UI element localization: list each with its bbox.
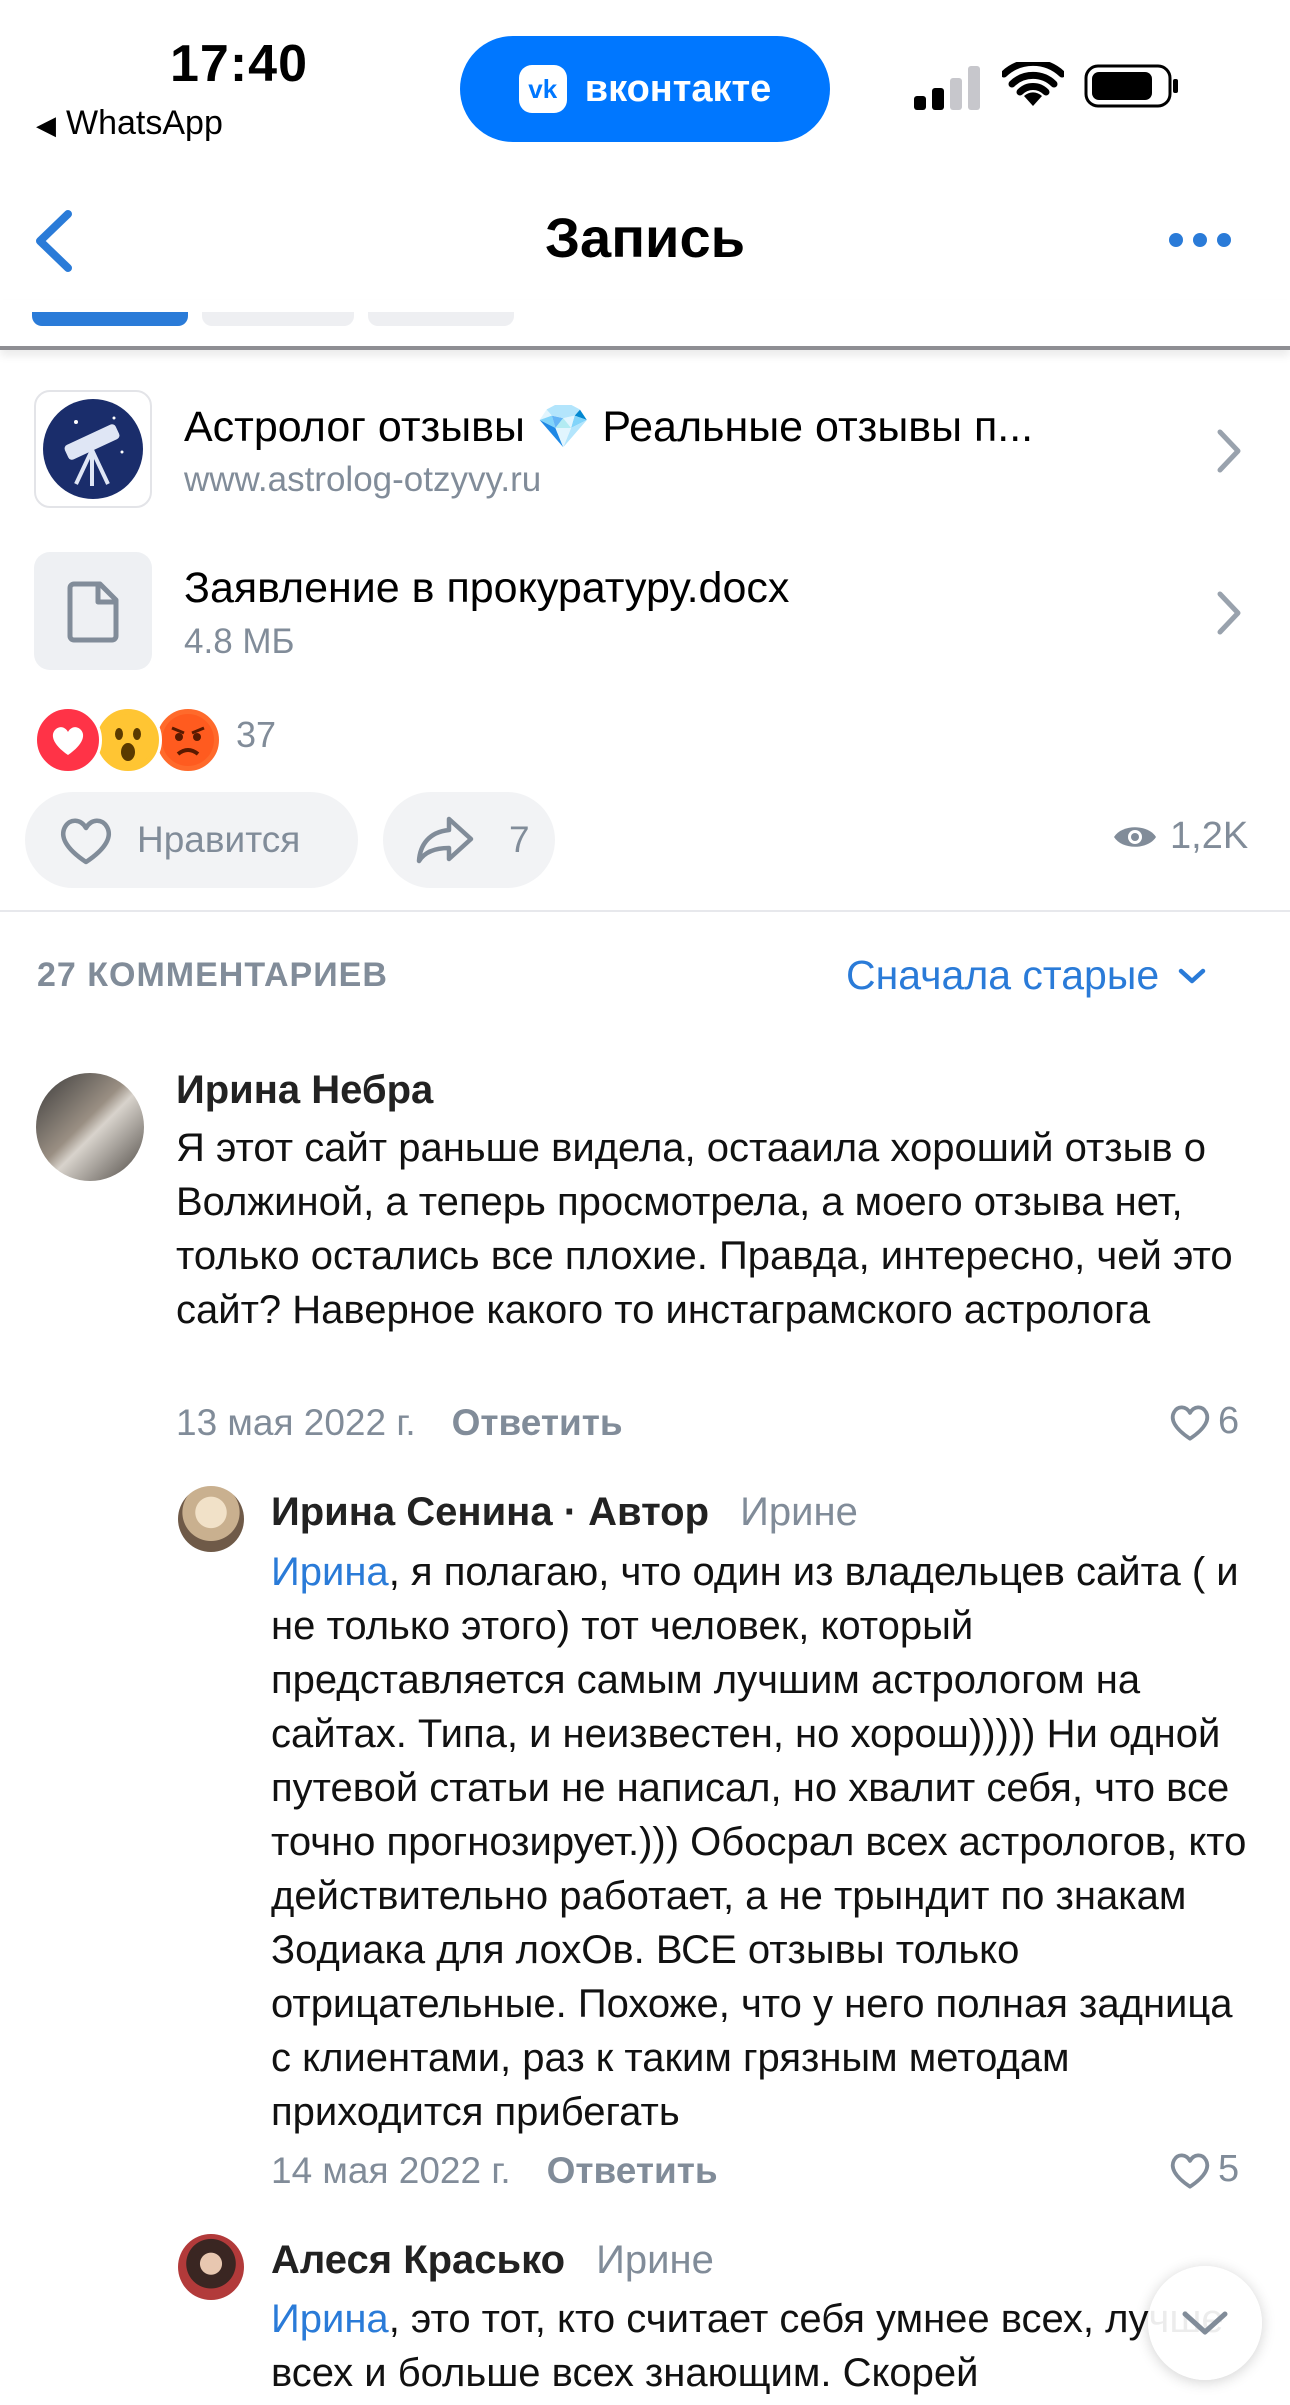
comment-like-count: 5 xyxy=(1218,2148,1240,2190)
angry-face-icon xyxy=(154,706,222,774)
sort-label: Сначала старые xyxy=(846,952,1160,998)
views-counter: 1,2K xyxy=(1112,815,1248,858)
like-button[interactable]: Нравится xyxy=(25,792,358,888)
heart-outline-icon xyxy=(1170,1405,1210,1441)
document-icon xyxy=(34,552,152,670)
attachment-document[interactable]: Заявление в прокуратуру.docx 4.8 МБ xyxy=(34,552,1274,676)
back-app-label: WhatsApp xyxy=(66,104,223,142)
eye-icon xyxy=(1114,826,1156,847)
views-count: 1,2K xyxy=(1170,815,1249,857)
back-to-app-link[interactable]: ◀ WhatsApp xyxy=(36,104,223,143)
document-size: 4.8 МБ xyxy=(184,622,295,661)
comment-text: Ирина, я полагаю, что один из владельцев… xyxy=(271,1545,1251,2139)
comment-author-line: Алеся Красько Ирине xyxy=(271,2238,714,2283)
comment-author-line: Ирина Сенина · Автор Ирине xyxy=(271,1490,858,1535)
attachment-url: www.astrolog-otzyvy.ru xyxy=(184,460,542,499)
chevron-down-icon xyxy=(1178,968,1206,983)
media-tab-indicator[interactable] xyxy=(202,312,354,326)
share-button[interactable]: 7 xyxy=(383,792,555,888)
mention-link[interactable]: Ирина xyxy=(271,1550,389,1594)
app-pill-label: вконтакте xyxy=(584,67,772,110)
media-tab-indicator[interactable] xyxy=(368,312,514,326)
chevron-down-icon xyxy=(1182,2311,1228,2335)
share-count: 7 xyxy=(509,819,530,860)
comment-body: , я полагаю, что один из владельцев сайт… xyxy=(271,1550,1247,2134)
cellular-signal-icon xyxy=(914,66,980,110)
comment-date: 13 мая 2022 г. xyxy=(176,1402,416,1443)
chevron-right-icon xyxy=(1217,429,1241,473)
reply-button[interactable]: Ответить xyxy=(547,2150,718,2192)
back-triangle-icon: ◀ xyxy=(36,110,56,140)
surprised-face-icon xyxy=(94,706,162,774)
attachment-title: Астролог отзывы 💎 Реальные отзывы п... xyxy=(184,403,1034,451)
comment-author[interactable]: Ирина Небра xyxy=(176,1068,433,1113)
heart-reaction-icon xyxy=(34,706,102,774)
avatar[interactable] xyxy=(178,2234,244,2300)
attachment-link[interactable]: Астролог отзывы 💎 Реальные отзывы п... w… xyxy=(34,390,1274,514)
document-title: Заявление в прокуратуру.docx xyxy=(184,564,790,612)
divider xyxy=(0,910,1290,912)
comment-like-button[interactable]: 5 xyxy=(1168,2148,1239,2191)
page-title: Запись xyxy=(544,206,746,269)
sort-dropdown[interactable]: Сначала старые xyxy=(846,952,1207,999)
comment-meta: 14 мая 2022 г. Ответить xyxy=(271,2150,718,2192)
heart-outline-icon xyxy=(1170,2153,1210,2189)
comment-text: Ирина, это тот, кто считает себя умнее в… xyxy=(271,2292,1251,2405)
reactions-count: 37 xyxy=(236,714,277,755)
wifi-icon xyxy=(1002,62,1064,106)
battery-icon xyxy=(1084,64,1178,108)
more-options-icon[interactable] xyxy=(1168,230,1232,250)
heart-outline-icon xyxy=(60,818,112,865)
status-time: 17:40 xyxy=(170,35,308,93)
comment-author[interactable]: Ирина Сенина · Автор xyxy=(271,1490,709,1534)
reply-button[interactable]: Ответить xyxy=(452,1402,623,1444)
comment-author[interactable]: Алеся Красько xyxy=(271,2238,565,2282)
telescope-logo-icon xyxy=(34,390,152,508)
comment-like-count: 6 xyxy=(1218,1400,1240,1442)
app-pill[interactable]: vk вконтакте xyxy=(460,36,830,142)
mention-link[interactable]: Ирина xyxy=(271,2297,389,2341)
avatar[interactable] xyxy=(36,1073,144,1181)
comment-meta: 13 мая 2022 г. Ответить xyxy=(176,1402,623,1444)
comment-text: Я этот сайт раньше видела, остааила хоро… xyxy=(176,1126,1233,1332)
share-arrow-icon xyxy=(416,816,474,864)
comment-body: , это тот, кто считает себя умнее всех, … xyxy=(271,2297,1224,2395)
comments-count-header: 27 КОММЕНТАРИЕВ xyxy=(37,956,388,994)
comment-like-button[interactable]: 6 xyxy=(1168,1400,1239,1443)
media-tab-indicator-active[interactable] xyxy=(32,312,188,326)
vk-logo-icon: vk xyxy=(518,65,567,113)
media-tabs-strip xyxy=(0,300,1290,350)
comment-date: 14 мая 2022 г. xyxy=(271,2150,511,2191)
scroll-down-button[interactable] xyxy=(1148,2266,1262,2380)
reply-to-label[interactable]: Ирине xyxy=(596,2238,714,2282)
like-label: Нравится xyxy=(137,819,301,860)
reply-to-label[interactable]: Ирине xyxy=(740,1490,858,1534)
avatar[interactable] xyxy=(178,1486,244,1552)
chevron-right-icon xyxy=(1217,591,1241,635)
